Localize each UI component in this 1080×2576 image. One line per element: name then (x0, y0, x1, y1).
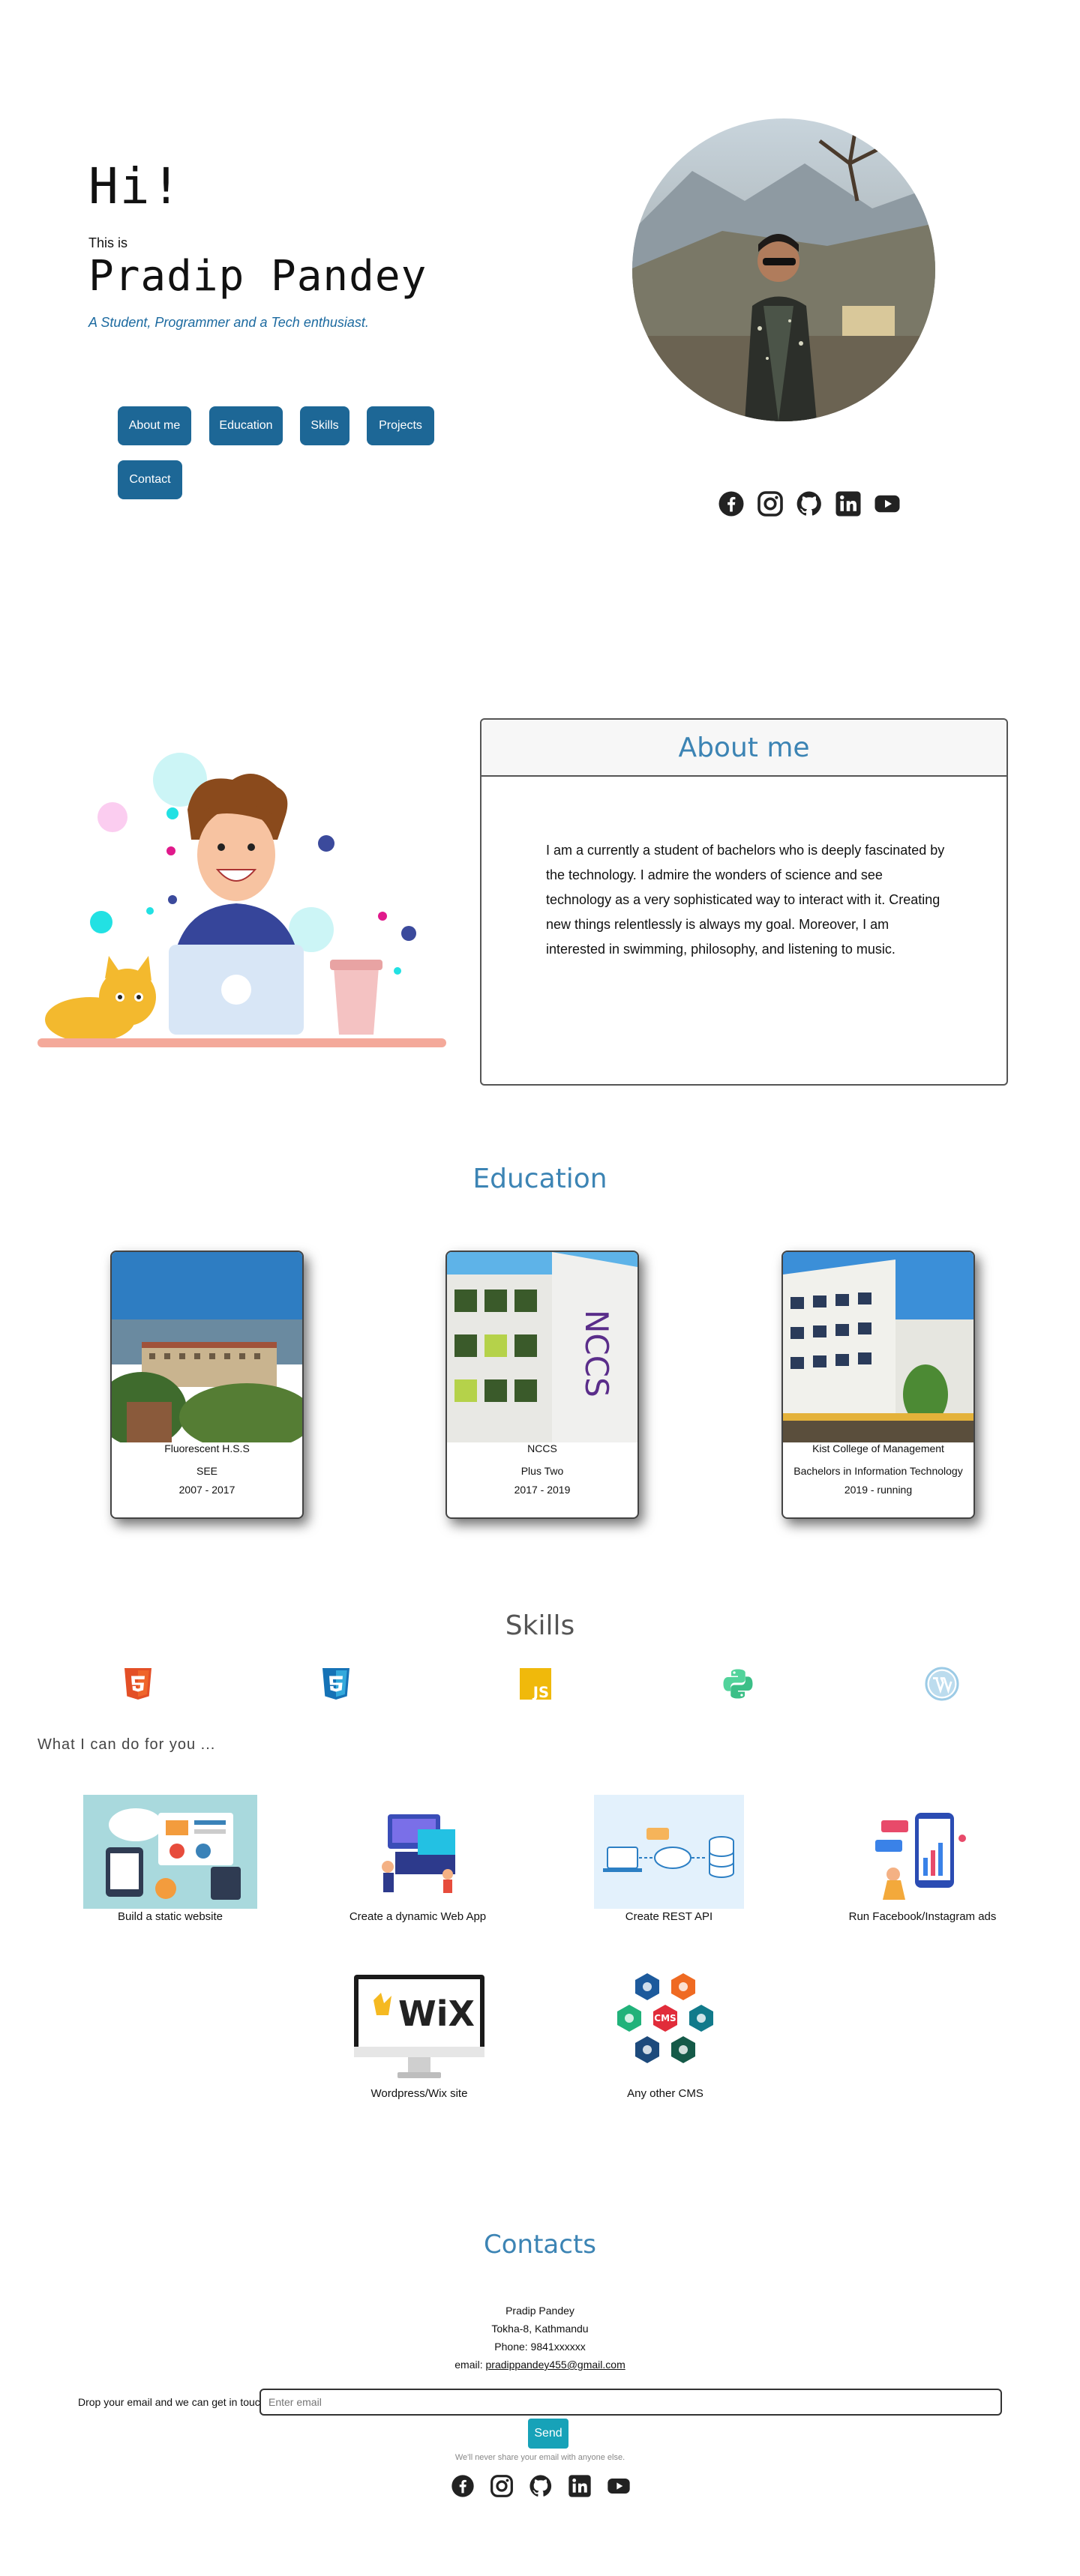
linkedin-icon[interactable] (835, 490, 862, 517)
js-icon: JS (518, 1666, 554, 1702)
hero-intro: This is (88, 235, 128, 250)
css3-icon (318, 1666, 354, 1702)
nav-contact-button[interactable]: Contact (118, 460, 182, 499)
instagram-icon[interactable] (757, 490, 784, 517)
social-ads-illustration (874, 1805, 971, 1901)
nav-skills-button[interactable]: Skills (300, 406, 350, 445)
skills-title: Skills (505, 1610, 575, 1641)
education-card: NCCS NCCS Plus Two 2017 - 2019 (446, 1251, 639, 1519)
school-photo (783, 1252, 974, 1442)
nav-about-button[interactable]: About me (118, 406, 191, 445)
about-text: I am a currently a student of bachelors … (546, 843, 945, 957)
education-card: Kist College of Management Bachelors in … (782, 1251, 975, 1519)
instagram-icon[interactable] (490, 2474, 514, 2498)
school-photo (112, 1252, 302, 1451)
wix-logo-text: WiX (398, 1993, 475, 2034)
dynamic-web-app-illustration (373, 1807, 463, 1894)
education-years: 2017 - 2019 (514, 1484, 571, 1496)
nav-education-button[interactable]: Education (209, 406, 283, 445)
offer-label: Create a dynamic Web App (349, 1910, 487, 1923)
github-icon[interactable] (796, 490, 823, 517)
offer-label: Any other CMS (627, 2087, 704, 2100)
education-school: Fluorescent H.S.S (164, 1442, 250, 1454)
static-website-illustration (83, 1795, 257, 1909)
offer-label: Run Facebook/Instagram ads (848, 1910, 997, 1923)
offer-title: What I can do for you ... (38, 1736, 216, 1753)
education-title: Education (472, 1164, 608, 1194)
developer-illustration (30, 742, 450, 1057)
school-photo: NCCS (447, 1252, 638, 1442)
education-level: SEE (196, 1465, 218, 1477)
offer-label: Build a static website (117, 1910, 224, 1923)
youtube-icon[interactable] (874, 490, 901, 517)
nav-projects-button[interactable]: Projects (367, 406, 434, 445)
education-card: Fluorescent H.S.S SEE 2007 - 2017 (110, 1251, 304, 1519)
email-input[interactable] (260, 2389, 1002, 2416)
contact-email-label: email: (454, 2359, 483, 2371)
education-level: Bachelors in Information Technology (794, 1465, 963, 1477)
svg-text:NCCS: NCCS (578, 1310, 615, 1397)
js-icon-label: JS (532, 1684, 549, 1701)
offer-label: Create REST API (625, 1910, 713, 1923)
contact-email-row: email: pradippandey455@gmail.com (0, 2359, 1080, 2371)
rest-api-illustration (594, 1795, 744, 1909)
hero-tagline: A Student, Programmer and a Tech enthusi… (88, 315, 369, 330)
profile-photo (632, 118, 935, 421)
hero-greeting: Hi! (88, 157, 183, 215)
education-school: NCCS (527, 1442, 557, 1454)
education-years: 2019 - running (844, 1484, 913, 1496)
html5-icon (120, 1666, 156, 1702)
about-card-header: About me (482, 720, 1006, 777)
hero-name: Pradip Pandey (88, 252, 428, 301)
cms-hex-label: CMS (654, 2013, 676, 2023)
about-title: About me (678, 732, 810, 763)
wix-site-illustration: WiX (352, 1973, 486, 2083)
about-card: About me I am a currently a student of b… (480, 718, 1008, 1086)
privacy-note: We'll never share your email with anyone… (454, 2453, 626, 2462)
email-form-label: Drop your email and we can get in touch! (78, 2396, 269, 2408)
education-level: Plus Two (520, 1465, 564, 1477)
python-icon (720, 1666, 756, 1702)
github-icon[interactable] (529, 2474, 553, 2498)
youtube-icon[interactable] (607, 2474, 631, 2498)
education-school: Kist College of Management (812, 1442, 944, 1454)
contact-title: Contacts (484, 2230, 596, 2260)
education-years: 2007 - 2017 (178, 1484, 236, 1496)
facebook-icon[interactable] (451, 2474, 475, 2498)
wordpress-icon (924, 1666, 960, 1702)
send-button[interactable]: Send (528, 2419, 568, 2449)
contact-email-link[interactable]: pradippandey455@gmail.com (486, 2359, 626, 2371)
contact-name: Pradip Pandey (506, 2305, 574, 2317)
offer-label: Wordpress/Wix site (370, 2087, 468, 2100)
linkedin-icon[interactable] (568, 2474, 592, 2498)
facebook-icon[interactable] (718, 490, 745, 517)
contact-address: Tokha-8, Kathmandu (491, 2323, 589, 2335)
contact-phone: Phone: 9841xxxxxx (494, 2341, 586, 2353)
cms-illustration: CMS (609, 1970, 722, 2080)
